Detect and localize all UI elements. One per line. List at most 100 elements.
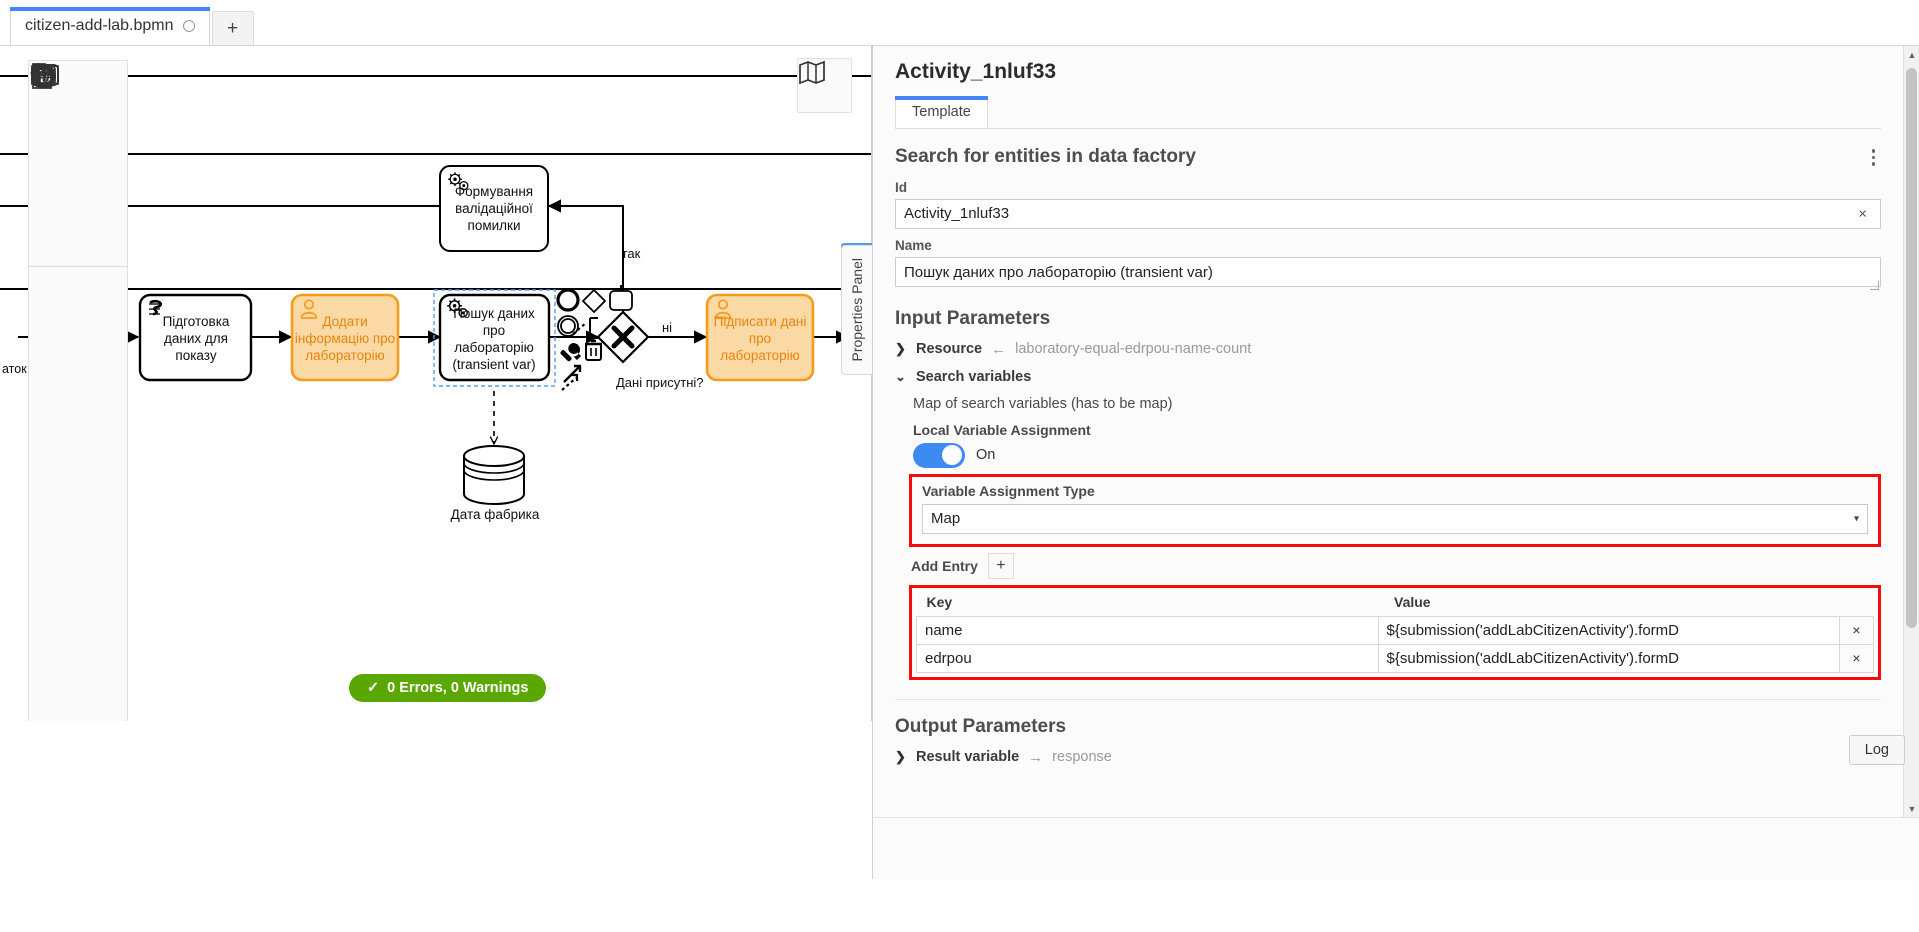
intermediate-event-icon[interactable] <box>29 64 79 370</box>
bpmn-canvas[interactable]: Формування валідаційної помилки Підготов… <box>0 46 872 721</box>
scroll-down-arrow-icon[interactable]: ▼ <box>1904 800 1919 817</box>
table-header-row: Key Value <box>916 587 1874 616</box>
toggle-knob <box>942 445 962 465</box>
end-event-icon[interactable] <box>29 64 79 419</box>
group-icon[interactable] <box>29 65 79 721</box>
svg-text:Додати: Додати <box>322 314 367 329</box>
properties-tabs: Template <box>895 96 1881 129</box>
data-object-icon[interactable] <box>29 63 79 615</box>
svg-text:лабораторію: лабораторію <box>720 348 800 363</box>
properties-panel-statusbar <box>872 817 1919 879</box>
svg-text:Підписати дані: Підписати дані <box>714 314 807 329</box>
unsaved-indicator-icon <box>182 20 195 32</box>
variable-assignment-type-select[interactable]: Map <box>922 503 1868 534</box>
svg-text:про: про <box>749 331 771 346</box>
key-input-name[interactable] <box>917 616 1378 644</box>
cell-key <box>916 643 1379 673</box>
svg-text:аток: аток <box>2 362 27 376</box>
page-title: Activity_1nluf33 <box>895 60 1057 83</box>
param-group-resource-label: Resource <box>916 341 983 357</box>
validation-status-badge[interactable]: ✓ 0 Errors, 0 Warnings <box>349 674 547 702</box>
template-section-heading: Search for entities in data factory <box>895 146 1196 168</box>
output-parameters-heading: Output Parameters <box>895 715 1067 737</box>
cell-key <box>916 615 1379 645</box>
global-connect-tool-icon[interactable] <box>29 63 79 263</box>
svg-text:показу: показу <box>175 348 216 363</box>
space-tool-icon[interactable] <box>29 64 79 214</box>
section-divider <box>895 698 1881 700</box>
svg-text:Пошук даних: Пошук даних <box>453 306 535 321</box>
id-field-label: Id <box>895 179 907 195</box>
validation-status-text: 0 Errors, 0 Warnings <box>387 680 529 696</box>
output-arrow-icon: → <box>1028 748 1044 766</box>
param-group-search-variables-label: Search variables <box>916 368 1032 385</box>
new-tab-button[interactable]: + <box>211 11 254 45</box>
name-field-label: Name <box>895 237 932 253</box>
bpmn-diagram: Формування валідаційної помилки Підготов… <box>0 75 871 522</box>
file-tab-label: citizen-add-lab.bpmn <box>25 17 174 34</box>
param-group-result-variable-value: response <box>1052 749 1112 765</box>
cell-value <box>1377 643 1840 673</box>
palette-divider <box>29 266 127 267</box>
svg-text:Дата фабрика: Дата фабрика <box>451 507 540 522</box>
properties-panel-scrollbar[interactable]: ▲ ▼ <box>1903 46 1919 817</box>
start-event-icon[interactable] <box>29 64 79 321</box>
id-input[interactable] <box>895 198 1881 229</box>
column-header-actions <box>1839 587 1874 616</box>
tab-template[interactable]: Template <box>895 96 988 128</box>
add-entry-label: Add Entry <box>911 557 978 574</box>
local-variable-assignment-label: Local Variable Assignment <box>913 421 1091 438</box>
local-variable-assignment-toggle[interactable] <box>913 442 965 468</box>
svg-text:лабораторію: лабораторію <box>305 348 385 363</box>
search-variables-table: Key Value × <box>916 587 1874 673</box>
cell-delete: × <box>1839 615 1874 645</box>
file-tab-citizen-add-lab[interactable]: citizen-add-lab.bpmn <box>10 7 210 45</box>
chevron-right-icon: ❯ <box>895 341 906 356</box>
file-tabbar: citizen-add-lab.bpmn + <box>0 0 1919 46</box>
cell-delete: × <box>1839 643 1874 673</box>
gateway-icon[interactable] <box>29 63 79 468</box>
bpmn-palette[interactable] <box>28 60 128 721</box>
value-input-name[interactable] <box>1378 616 1839 644</box>
input-arrow-icon: ← <box>991 340 1007 358</box>
participant-icon[interactable] <box>29 65 79 713</box>
minimap-toggle-button[interactable] <box>797 58 852 113</box>
svg-text:(transient var): (transient var) <box>452 357 535 372</box>
svg-text:Формування: Формування <box>455 184 533 199</box>
svg-text:Дані присутні?: Дані присутні? <box>616 375 704 390</box>
log-button[interactable]: Log <box>1848 735 1905 765</box>
param-group-resource-value: laboratory-equal-edrpou-name-count <box>1015 341 1252 357</box>
svg-text:інформацію про: інформацію про <box>295 331 395 346</box>
column-header-value: Value <box>1378 587 1840 616</box>
input-parameters-heading: Input Parameters <box>895 307 1051 329</box>
value-input-edrpou[interactable] <box>1378 644 1839 672</box>
key-input-edrpou[interactable] <box>917 644 1378 672</box>
properties-panel-toggle[interactable]: Properties Panel <box>841 245 872 375</box>
table-row: × <box>916 615 1874 645</box>
param-group-resource[interactable]: ❯ Resource ← laboratory-equal-edrpou-nam… <box>895 341 1881 358</box>
svg-text:про: про <box>483 323 505 338</box>
svg-text:помилки: помилки <box>468 218 521 233</box>
delete-row-button[interactable]: × <box>1840 644 1873 672</box>
add-entry-row: Add Entry + <box>911 552 1041 579</box>
scrollbar-thumb[interactable] <box>1906 68 1917 628</box>
svg-text:ні: ні <box>662 320 672 335</box>
param-group-result-variable[interactable]: ❯ Result variable → response <box>895 749 1881 766</box>
lasso-tool-icon[interactable] <box>29 62 79 165</box>
scroll-up-arrow-icon[interactable]: ▲ <box>1904 46 1919 63</box>
variable-assignment-type-highlight: Variable Assignment Type Map ▾ <box>909 473 1881 547</box>
properties-panel: Activity_1nluf33 Template Search for ent… <box>872 46 1919 817</box>
data-store-icon[interactable] <box>29 64 79 664</box>
name-input[interactable]: Пошук даних про лабораторію (transient v… <box>895 256 1881 287</box>
properties-panel-handle-label: Properties Panel <box>849 258 865 362</box>
more-options-icon[interactable] <box>1866 145 1882 170</box>
subprocess-expanded-icon[interactable] <box>29 64 79 566</box>
task-icon[interactable] <box>29 64 79 517</box>
search-variables-table-highlight: Key Value × <box>909 584 1881 680</box>
param-group-search-variables[interactable]: ⌄ Search variables <box>895 369 1881 385</box>
variable-assignment-type-label: Variable Assignment Type <box>922 482 1095 499</box>
svg-text:так: так <box>622 246 641 261</box>
delete-row-button[interactable]: × <box>1840 616 1873 644</box>
add-entry-button[interactable]: + <box>987 552 1014 579</box>
clear-id-button[interactable]: × <box>1852 204 1873 223</box>
